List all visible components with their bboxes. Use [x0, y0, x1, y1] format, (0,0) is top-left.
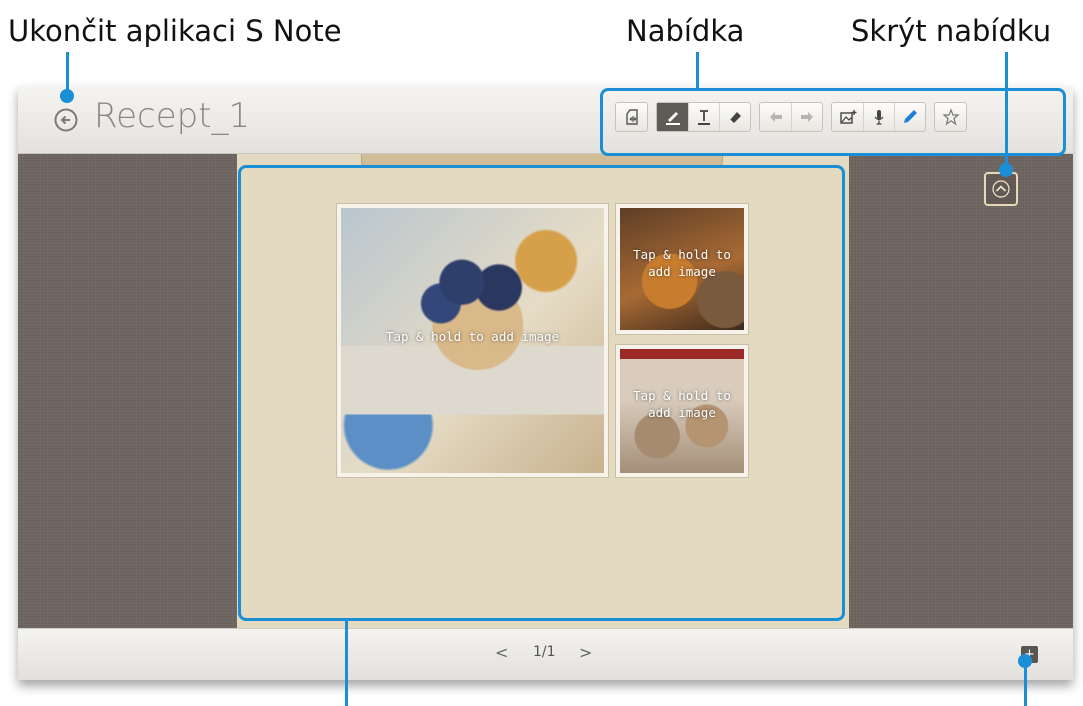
- chevron-up-icon: [992, 180, 1010, 198]
- callout-exit-app: Ukončit aplikaci S Note: [8, 14, 342, 48]
- back-arrow-icon[interactable]: [54, 108, 78, 132]
- menu-highlight: [600, 88, 1066, 156]
- exit-leader-dot: [60, 89, 74, 103]
- document-title: Recept_1: [94, 96, 251, 136]
- page-leader-line: [345, 620, 348, 706]
- previous-page-button[interactable]: <: [495, 643, 508, 662]
- hide-leader-dot: [999, 163, 1013, 177]
- next-page-button[interactable]: >: [579, 643, 592, 662]
- exit-leader-line: [66, 52, 69, 92]
- hide-menu-button[interactable]: [984, 172, 1018, 206]
- page-indicator: 1/1: [533, 644, 556, 660]
- menu-leader-line: [696, 52, 699, 89]
- callout-hide-menu: Skrýt nabídku: [851, 14, 1052, 48]
- hide-leader-line: [1005, 52, 1008, 170]
- add-page-leader-dot: [1018, 654, 1032, 668]
- page-highlight: [238, 165, 845, 621]
- bottom-bar: < 1/1 > +: [18, 628, 1073, 680]
- callout-menu: Nabídka: [626, 14, 745, 48]
